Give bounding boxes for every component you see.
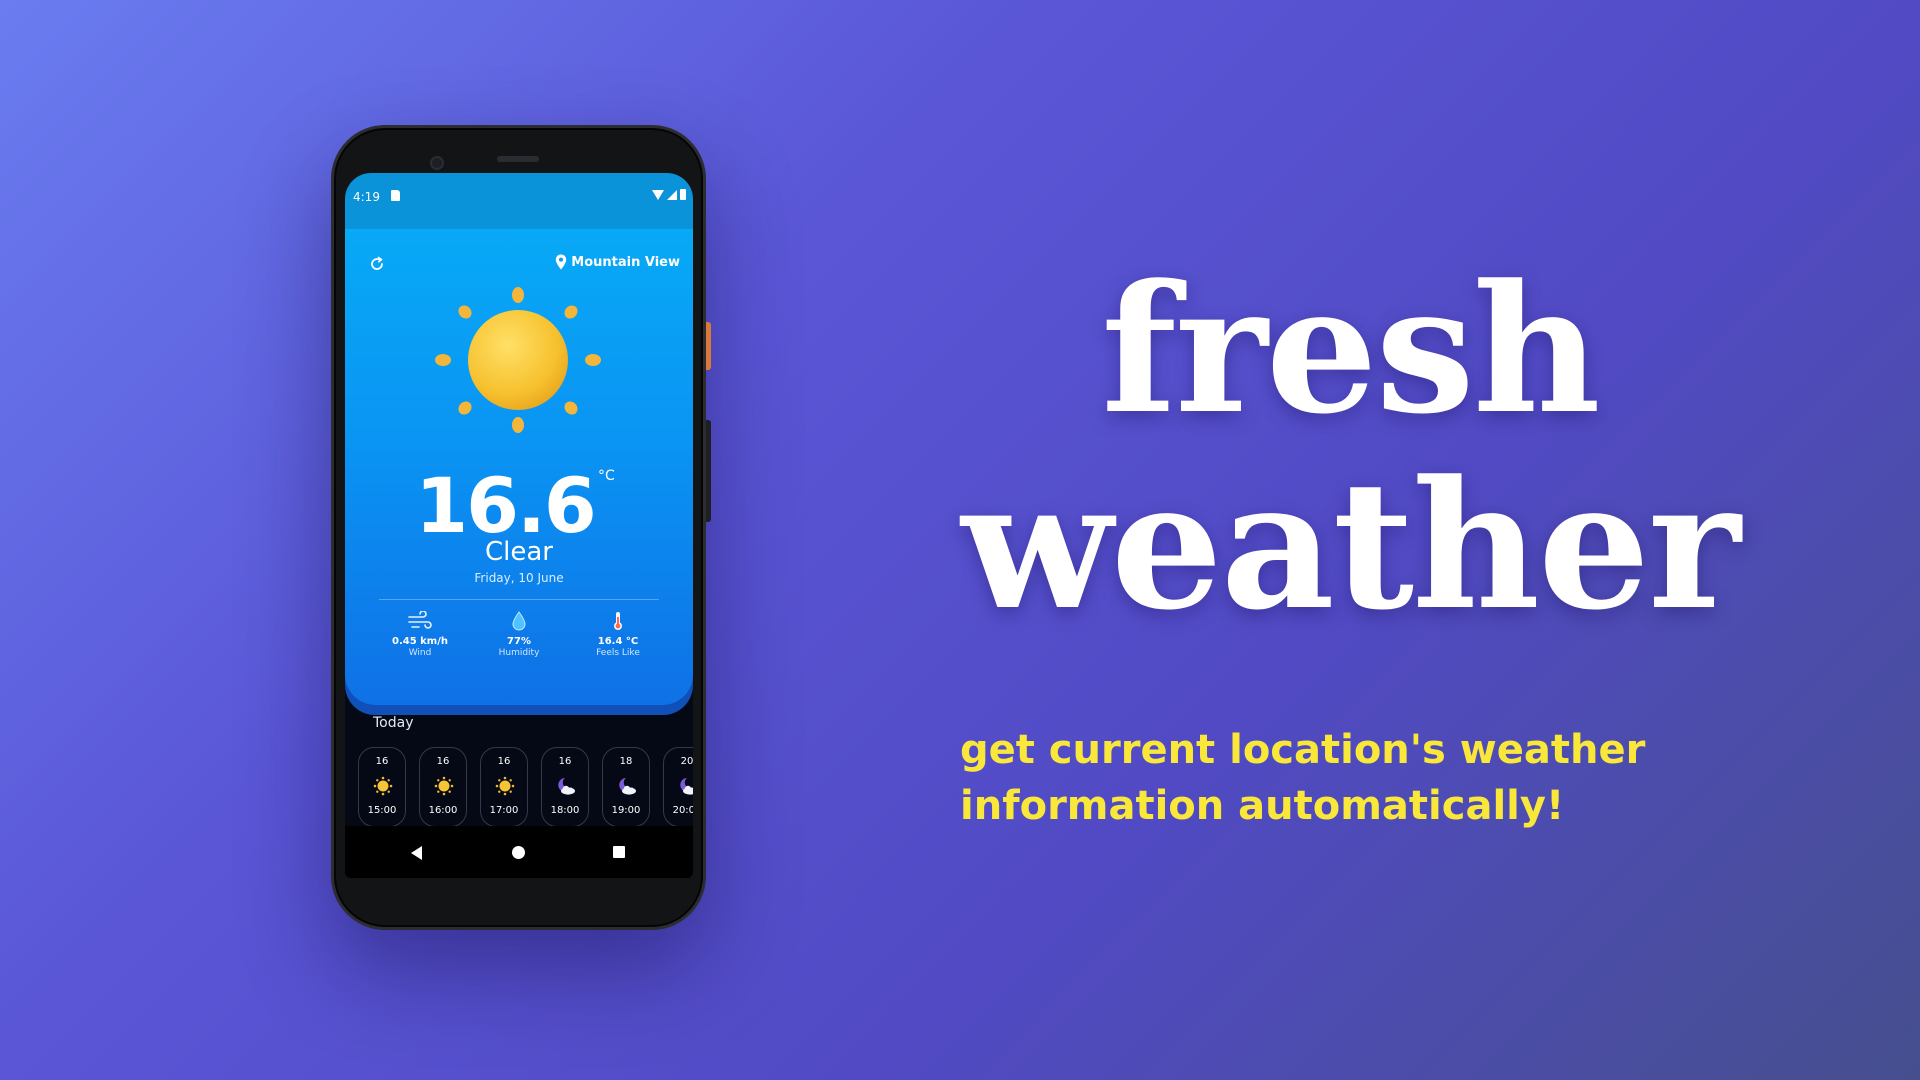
current-weather-card: Mountain View 16.6 °C Clear Friday, 10 J… [345,229,693,705]
hour-time: 18:00 [550,805,580,816]
navigation-bar [345,826,693,878]
hour-card[interactable]: 16 17:00 [480,747,528,827]
weather-condition: Clear [485,537,553,567]
front-camera [430,156,444,170]
wind-value: 0.45 km/h [392,636,448,647]
power-button [706,322,711,370]
feels-like-value: 16.4 °C [597,636,639,647]
phone-mockup: 4:19 Mountain View 16.6 °C Clear Friday,… [331,125,706,930]
hour-temp: 18 [619,756,633,767]
sd-card-icon [391,190,400,201]
hour-card[interactable]: 16 16:00 [419,747,467,827]
detail-humidity: 77% Humidity [478,609,560,658]
divider [379,599,659,600]
wind-label: Wind [408,648,432,658]
tagline-line-2: information automatically! [960,783,1565,829]
today-heading: Today [373,715,414,731]
status-time: 4:19 [353,190,380,204]
humidity-value: 77% [507,636,531,647]
wind-icon [408,611,432,629]
location-name: Mountain View [571,254,680,270]
map-pin-icon [556,254,567,270]
temperature-unit: °C [598,468,615,484]
phone-screen: 4:19 Mountain View 16.6 °C Clear Friday,… [345,173,693,878]
hour-temp: 16 [436,756,450,767]
hour-card[interactable]: 16 15:00 [358,747,406,827]
thermometer-icon [614,612,622,630]
sun-icon [435,287,601,433]
humidity-label: Humidity [498,648,540,658]
wifi-icon [652,189,664,200]
sun-icon [373,776,393,796]
droplet-icon [512,611,526,631]
sun-icon [495,776,515,796]
weather-details: 0.45 km/h Wind 77% Humidity 16.4 °C Feel… [379,609,659,658]
hour-time: 16:00 [428,805,458,816]
refresh-icon[interactable] [369,256,385,272]
moon-cloud-icon [680,778,693,795]
hour-temp: 16 [375,756,389,767]
promo-tagline: get current location's weather informati… [960,722,1720,834]
volume-button [706,420,711,522]
hour-card[interactable]: 18 19:00 [602,747,650,827]
hour-time: 17:00 [489,805,519,816]
hour-time: 20:00 [672,805,693,816]
tagline-line-1: get current location's weather [960,727,1646,773]
hourly-forecast[interactable]: 16 15:00 16 16:00 16 17:00 16 18:00 18 1… [358,747,693,827]
moon-cloud-icon [619,778,636,795]
detail-wind: 0.45 km/h Wind [379,609,461,658]
detail-feels-like: 16.4 °C Feels Like [577,609,659,658]
status-bar: 4:19 [345,173,693,229]
headline-line-2: weather [961,442,1740,649]
current-date: Friday, 10 June [474,571,564,585]
earpiece-speaker [497,156,539,162]
hour-time: 19:00 [611,805,641,816]
promo-headline: fresh weather [960,262,1740,654]
hour-time: 15:00 [367,805,397,816]
home-icon[interactable] [512,846,525,859]
hour-temp: 16 [497,756,511,767]
moon-cloud-icon [558,778,575,795]
battery-icon [680,189,686,200]
headline-line-1: fresh [1101,246,1600,453]
signal-icon [667,189,677,200]
back-icon[interactable] [411,846,422,860]
status-icons [652,189,686,200]
location-button[interactable]: Mountain View [555,254,680,270]
recent-apps-icon[interactable] [613,846,625,858]
hour-temp: 16 [558,756,572,767]
hour-card[interactable]: 20 20:00 [663,747,693,827]
feels-like-label: Feels Like [596,648,640,658]
hour-temp: 20 [680,756,693,767]
sun-icon [434,776,454,796]
hour-card[interactable]: 16 18:00 [541,747,589,827]
